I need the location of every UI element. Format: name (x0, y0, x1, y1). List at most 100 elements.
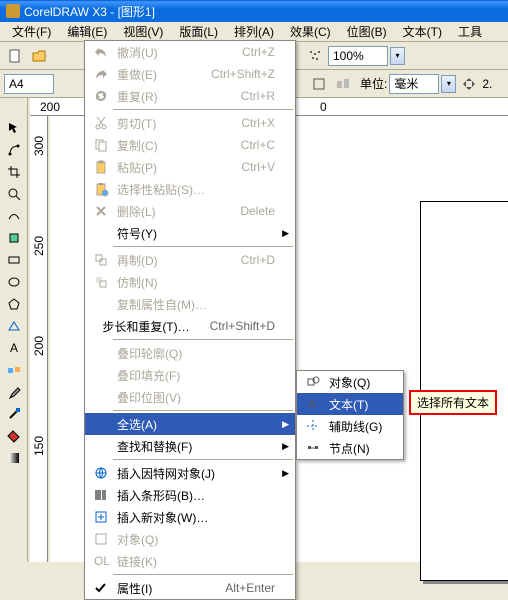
toolbox: A (0, 98, 28, 562)
menu-item-label: 步长和重复(T)… (98, 318, 189, 335)
menu-item-label: 粘贴(P) (113, 159, 221, 176)
menu-item[interactable]: 叠印填充(F) (85, 364, 295, 386)
interactive-fill-tool[interactable] (3, 448, 25, 468)
polygon-tool[interactable] (3, 294, 25, 314)
zoom-dropdown[interactable]: ▾ (390, 47, 405, 65)
text-tool[interactable]: A (3, 338, 25, 358)
prop-icon-2[interactable] (332, 73, 354, 95)
guides-icon (301, 418, 325, 434)
menu-item[interactable]: 叠印位图(V) (85, 386, 295, 408)
submenu-item[interactable]: 节点(N) (297, 437, 403, 459)
edit-menu-dropdown: 撤消(U)Ctrl+Z重做(E)Ctrl+Shift+Z 重复(R) Ctrl+R 剪… (84, 40, 296, 600)
menu-bitmap[interactable]: 位图(B) (339, 21, 395, 42)
submenu-item-label: 辅助线(G) (325, 418, 383, 435)
menu-item-label: 属性(I) (113, 580, 205, 597)
prop-icon-1[interactable] (308, 73, 330, 95)
ellipse-tool[interactable] (3, 272, 25, 292)
nudge-icon[interactable] (458, 73, 480, 95)
menu-item[interactable]: 步长和重复(T)…Ctrl+Shift+D (85, 315, 295, 337)
select-all-submenu: 对象(Q) A文本(T) 辅助线(G) 节点(N) (296, 370, 404, 460)
submenu-item[interactable]: A文本(T) (297, 393, 403, 415)
paper-select[interactable]: A4 (4, 74, 54, 94)
nodes-icon (301, 440, 325, 456)
menu-item-label: 叠印位图(V) (113, 389, 275, 406)
menu-arrange[interactable]: 排列(A) (226, 21, 282, 42)
menu-edit[interactable]: 编辑(E) (59, 21, 115, 42)
eyedropper-tool[interactable] (3, 382, 25, 402)
menu-item-label: 删除(L) (113, 203, 220, 220)
menu-item-label: 叠印填充(F) (113, 367, 275, 384)
menu-effects[interactable]: 效果(C) (282, 21, 339, 42)
menu-item-label: 复制(C) (113, 137, 221, 154)
tooltip: 选择所有文本 (409, 390, 497, 415)
zoom-value: 100% (333, 49, 364, 63)
menu-layout[interactable]: 版面(L) (171, 21, 226, 42)
menu-item[interactable]: 撤消(U)Ctrl+Z (85, 41, 295, 63)
menu-item-label: 叠印轮廓(Q) (113, 345, 275, 362)
crop-tool[interactable] (3, 162, 25, 182)
menu-item[interactable]: 粘贴(P) Ctrl+V (85, 156, 295, 178)
menu-shortcut: Alt+Enter (225, 581, 275, 595)
submenu-arrow-icon: ▶ (282, 419, 289, 430)
menu-item[interactable]: 插入新对象(W)… (85, 506, 295, 528)
basic-shapes-tool[interactable] (3, 316, 25, 336)
paper-value: A4 (9, 77, 24, 91)
menu-item[interactable]: 对象(Q) (85, 528, 295, 550)
unit-dropdown[interactable]: ▾ (441, 75, 456, 93)
menu-item-label: 重做(E) (113, 66, 191, 83)
shape-tool[interactable] (3, 140, 25, 160)
paste-special-icon (89, 181, 113, 197)
svg-text:OLE: OLE (94, 554, 109, 568)
ruler-tick: 300 (32, 136, 46, 156)
menu-item[interactable]: 重复(R) Ctrl+R (85, 85, 295, 107)
menu-file[interactable]: 文件(F) (4, 21, 59, 42)
menu-item-label: 重复(R) (113, 88, 221, 105)
spray-icon[interactable] (304, 45, 326, 67)
menu-item[interactable]: 剪切(T)Ctrl+X (85, 112, 295, 134)
open-button[interactable] (28, 45, 50, 67)
menu-item[interactable]: 插入因特网对象(J)▶ (85, 462, 295, 484)
menu-item[interactable]: 删除(L)Delete (85, 200, 295, 222)
unit-label: 单位: (360, 75, 387, 92)
menu-item[interactable]: 再制(D)Ctrl+D (85, 249, 295, 271)
link-icon: OLE (89, 553, 113, 569)
blend-tool[interactable] (3, 360, 25, 380)
menu-item[interactable]: 复制(C)Ctrl+C (85, 134, 295, 156)
outline-tool[interactable] (3, 404, 25, 424)
submenu-item[interactable]: 辅助线(G) (297, 415, 403, 437)
fill-tool[interactable] (3, 426, 25, 446)
freehand-tool[interactable] (3, 206, 25, 226)
menu-item[interactable]: 选择性粘贴(S)… (85, 178, 295, 200)
menu-item[interactable]: 复制属性自(M)… (85, 293, 295, 315)
menu-item-label: 符号(Y) (113, 225, 275, 242)
unit-select[interactable]: 毫米 (389, 74, 439, 94)
menu-item[interactable]: OLE链接(K) (85, 550, 295, 572)
menu-item[interactable]: 插入条形码(B)… (85, 484, 295, 506)
menu-item[interactable]: 重做(E)Ctrl+Shift+Z (85, 63, 295, 85)
menu-shortcut: Ctrl+R (241, 89, 275, 103)
repeat-icon (89, 88, 113, 104)
menu-text[interactable]: 文本(T) (395, 21, 450, 42)
menu-item[interactable]: 全选(A)▶ (85, 413, 295, 435)
smart-tool[interactable] (3, 228, 25, 248)
pick-tool[interactable] (3, 118, 25, 138)
new-button[interactable] (4, 45, 26, 67)
menu-item[interactable]: 查找和替换(F)▶ (85, 435, 295, 457)
menu-item[interactable]: 符号(Y)▶ (85, 222, 295, 244)
menu-item[interactable]: 属性(I) Alt+Enter (85, 577, 295, 599)
ruler-vertical: 300 250 200 150 (30, 116, 48, 562)
copy-icon (89, 137, 113, 153)
submenu-item[interactable]: 对象(Q) (297, 371, 403, 393)
menu-item[interactable]: 叠印轮廓(Q) (85, 342, 295, 364)
undo-icon (89, 44, 113, 60)
menu-item-label: 复制属性自(M)… (113, 296, 275, 313)
rectangle-tool[interactable] (3, 250, 25, 270)
menu-shortcut: Ctrl+V (241, 160, 275, 174)
submenu-item-label: 对象(Q) (325, 374, 383, 391)
zoom-input[interactable]: 100% (328, 46, 388, 66)
menu-item[interactable]: 仿制(N) (85, 271, 295, 293)
svg-text:A: A (308, 397, 316, 411)
menu-tools[interactable]: 工具 (450, 21, 490, 42)
menu-view[interactable]: 视图(V) (115, 21, 171, 42)
zoom-tool[interactable] (3, 184, 25, 204)
